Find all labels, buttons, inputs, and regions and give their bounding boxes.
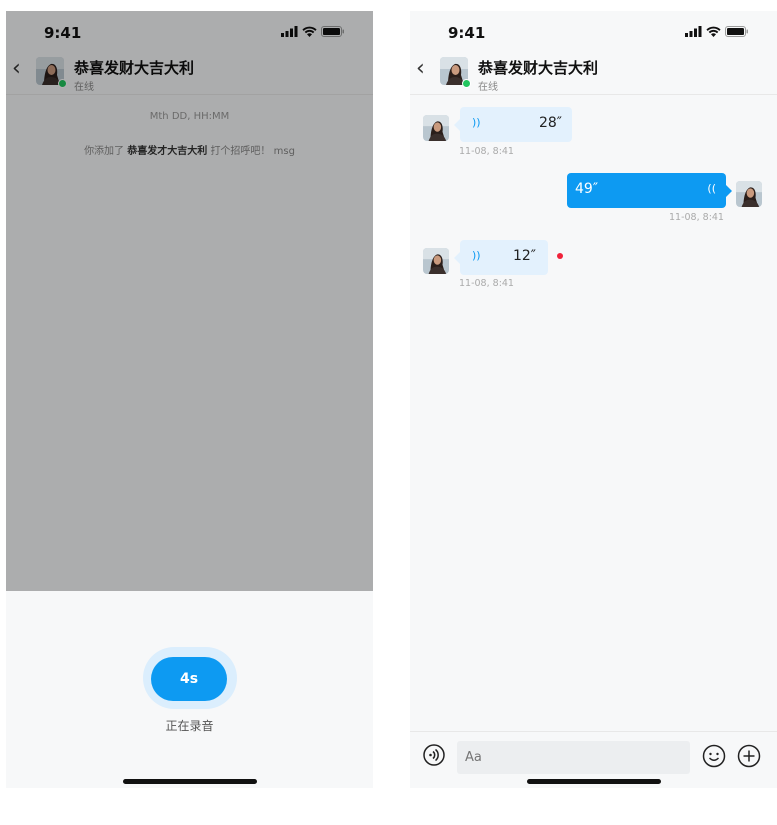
wifi-icon xyxy=(706,26,721,37)
voice-bubble[interactable]: )) 28″ xyxy=(454,107,572,142)
system-message-name: 恭喜发才大吉大利 xyxy=(127,146,208,157)
status-icons xyxy=(685,26,749,37)
chevron-left-icon[interactable]: ‹ xyxy=(12,57,21,81)
plus-circle-icon[interactable] xyxy=(737,744,761,768)
status-time: 9:41 xyxy=(44,24,82,42)
contact-status: 在线 xyxy=(74,82,94,93)
contact-name: 恭喜发财大吉大利 xyxy=(478,59,599,77)
system-timestamp: Mth DD, HH:MM xyxy=(149,111,230,122)
voice-duration: 49″ xyxy=(575,181,599,197)
chevron-left-icon[interactable]: ‹ xyxy=(416,57,425,81)
voice-bubble[interactable]: )) 12″ xyxy=(454,240,548,275)
voice-duration: 12″ xyxy=(512,248,536,264)
sender-avatar[interactable] xyxy=(423,115,449,141)
sound-wave-icon: )) xyxy=(472,116,481,129)
battery-icon xyxy=(725,26,748,37)
sender-avatar[interactable] xyxy=(423,248,449,274)
status-icons xyxy=(281,26,345,37)
recording-screen: 9:41 ‹ 恭喜发财大吉大利 在线 Mth DD, HH:MM 你添加了 恭喜… xyxy=(6,11,373,788)
recording-button[interactable]: 4s xyxy=(151,657,227,701)
recording-label: 正在录音 xyxy=(165,719,214,733)
system-message-suffix: 打个招呼吧！ msg xyxy=(210,146,295,157)
system-message: 你添加了 恭喜发才大吉大利 打个招呼吧！ msg xyxy=(6,142,373,157)
voice-icon[interactable] xyxy=(423,744,445,766)
dim-overlay xyxy=(6,11,373,591)
contact-status: 在线 xyxy=(478,82,498,93)
home-indicator xyxy=(123,779,257,784)
sound-wave-icon: (( xyxy=(707,182,716,195)
message-time: 11-08, 8:41 xyxy=(669,212,724,223)
voice-duration: 28″ xyxy=(538,115,562,131)
message-time: 11-08, 8:41 xyxy=(459,278,514,289)
chat-header: ‹ 恭喜发财大吉大利 在线 xyxy=(410,47,777,95)
recording-panel: 4s 正在录音 xyxy=(6,591,373,788)
unread-dot xyxy=(557,253,563,259)
home-indicator xyxy=(527,779,661,784)
chat-header: ‹ 恭喜发财大吉大利 在线 xyxy=(6,47,373,95)
voice-bubble[interactable]: 49″ (( xyxy=(567,173,732,208)
signal-icon xyxy=(281,26,298,37)
online-indicator xyxy=(58,79,67,88)
battery-icon xyxy=(321,26,344,37)
sound-wave-icon: )) xyxy=(472,249,481,262)
message-input[interactable] xyxy=(457,741,690,774)
wifi-icon xyxy=(302,26,317,37)
status-bar: 9:41 xyxy=(410,11,777,47)
online-indicator xyxy=(462,79,471,88)
self-avatar[interactable] xyxy=(736,181,762,207)
emoji-icon[interactable] xyxy=(702,744,726,768)
system-message-prefix: 你添加了 xyxy=(84,146,125,157)
status-time: 9:41 xyxy=(448,24,486,42)
chat-screen: 9:41 ‹ 恭喜发财大吉大利 在线 )) 28″ 11-08, 8:41 49… xyxy=(410,11,777,788)
signal-icon xyxy=(685,26,702,37)
contact-name: 恭喜发财大吉大利 xyxy=(74,59,195,77)
message-time: 11-08, 8:41 xyxy=(459,146,514,157)
status-bar: 9:41 xyxy=(6,11,373,47)
